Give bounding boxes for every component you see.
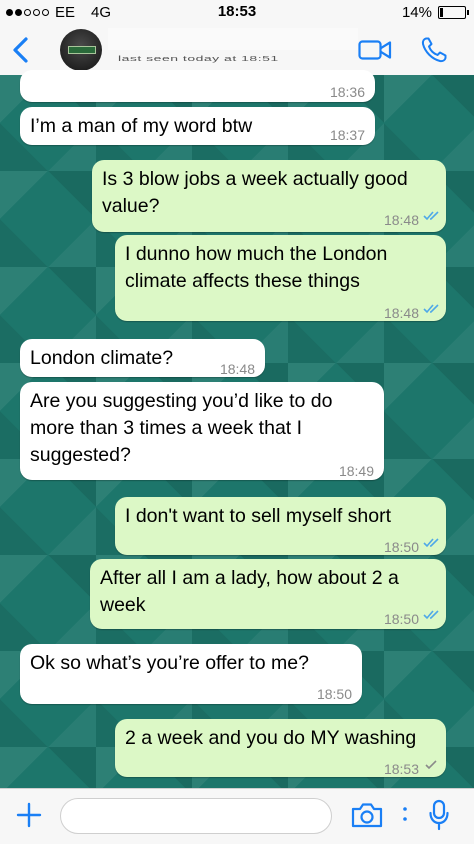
message-bubble[interactable]: Are you suggesting you’d like to do more… [20,382,384,480]
message-text: Are you suggesting you’d like to do more… [30,390,333,466]
video-camera-icon[interactable] [358,39,392,61]
message-time: 18:37 [329,127,365,143]
message-bubble[interactable]: Ok so what’s you’re offer to me? 18:50 [20,644,362,704]
message-input-bar [0,788,474,844]
message-time: 18:50 [383,539,419,555]
chevron-left-icon[interactable] [10,36,32,64]
message-time: 18:50 [383,611,419,627]
status-right: 14% [401,4,469,21]
message-time: 18:53 [383,761,419,777]
message-bubble[interactable]: I dunno how much the London climate affe… [115,235,446,321]
message-text: Is 3 blow jobs a week actually good valu… [102,168,408,217]
chat-header: last seen today at 18:51 [0,24,474,76]
more-dots-icon[interactable] [403,803,407,825]
contact-name-redacted[interactable] [108,28,358,50]
battery-icon [438,6,469,19]
plus-icon[interactable] [16,802,42,828]
avatar[interactable] [60,29,102,71]
battery-percent: 14% [401,4,432,21]
message-text: I’m a man of my word btw [30,115,253,137]
message-bubble[interactable]: After all I am a lady, how about 2 a wee… [90,559,446,629]
read-receipt-icon [423,211,439,221]
message-time: 18:48 [383,305,419,321]
read-receipt-icon [423,304,439,314]
status-bar: EE 4G 18:53 14% [0,0,474,24]
message-text: I dunno how much the London climate affe… [125,243,388,292]
message-time: 18:50 [316,686,352,702]
microphone-icon[interactable] [428,799,450,831]
phone-icon[interactable] [420,36,448,64]
message-text: I don't want to sell myself short [125,505,392,527]
message-time: 18:49 [338,463,374,479]
message-bubble[interactable]: I’m a man of my word btw 18:37 [20,107,375,145]
sent-tick-icon [425,760,437,770]
message-bubble[interactable]: 2 a week and you do MY washing 18:53 [115,719,446,777]
message-time: 18:36 [329,84,365,100]
message-bubble[interactable]: London climate? 18:48 [20,339,265,377]
message-text: After all I am a lady, how about 2 a wee… [100,567,399,616]
message-bubble[interactable]: 18:36 [20,70,375,102]
message-text: 2 a week and you do MY washing [125,727,417,749]
avatar-image [68,46,96,54]
read-receipt-icon [423,610,439,620]
message-text: Ok so what’s you’re offer to me? [30,652,309,674]
read-receipt-icon [423,538,439,548]
last-seen-label: last seen today at 18:51 [118,54,279,63]
camera-icon[interactable] [350,801,384,829]
message-time: 18:48 [383,212,419,228]
message-bubble[interactable]: Is 3 blow jobs a week actually good valu… [92,160,446,232]
message-bubble[interactable]: I don't want to sell myself short 18:50 [115,497,446,555]
message-time: 18:48 [219,361,255,377]
message-text: London climate? [30,347,174,369]
message-input[interactable] [60,798,332,834]
